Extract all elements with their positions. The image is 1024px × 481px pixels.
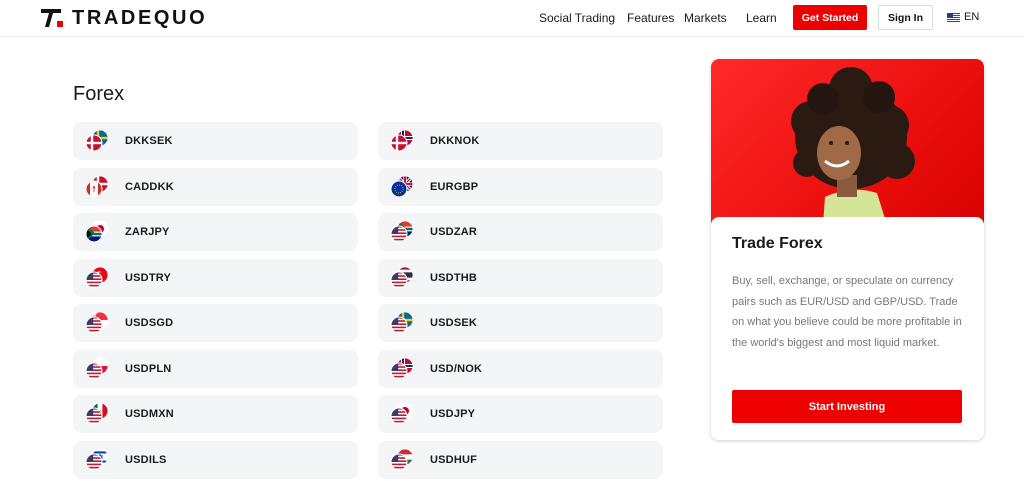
forex-pair-item[interactable]: USDSGD [73, 304, 358, 342]
forex-pair-label: USDTRY [125, 272, 172, 284]
dk-no-flags-icon [390, 129, 414, 153]
promo-title: Trade Forex [732, 235, 823, 252]
forex-pair-label: USDMXN [125, 408, 174, 420]
forex-pair-item[interactable]: USDJPY [378, 395, 663, 433]
logo-text: TRADEQUO [72, 6, 208, 29]
eu-gb-flags-icon [390, 175, 414, 199]
forex-pair-item[interactable]: EURGBP [378, 168, 663, 206]
us-za-flags-icon [390, 220, 414, 244]
promo-description: Buy, sell, exchange, or speculate on cur… [732, 275, 962, 349]
forex-pair-item[interactable]: DKKNOK [378, 122, 663, 160]
tradequo-logo-icon [40, 7, 66, 29]
forex-pair-label: DKKNOK [430, 135, 480, 147]
promo-card-body: Trade Forex Buy, sell, exchange, or spec… [711, 217, 984, 440]
top-header: TRADEQUO Social Trading Features Markets… [0, 0, 1024, 37]
page-title: Forex [73, 83, 125, 105]
forex-pair-item[interactable]: USDPLN [73, 350, 358, 388]
forex-pair-item[interactable]: ZARJPY [73, 213, 358, 251]
forex-pair-label: CADDKK [125, 181, 174, 193]
nav-social-trading[interactable]: Social Trading [539, 11, 615, 25]
forex-pair-label: USDSGD [125, 317, 174, 329]
sign-in-button[interactable]: Sign In [878, 5, 933, 30]
forex-pair-item[interactable]: USDZAR [378, 213, 663, 251]
us-th-flags-icon [390, 266, 414, 290]
forex-pair-label: EURGBP [430, 181, 479, 193]
nav-markets[interactable]: Markets [684, 11, 727, 25]
forex-pair-label: USDILS [125, 454, 167, 466]
us-hu-flags-icon [390, 448, 414, 472]
forex-pair-label: USDPLN [125, 363, 172, 375]
forex-pair-item[interactable]: USDILS [73, 441, 358, 479]
forex-pair-label: USD/NOK [430, 363, 483, 375]
start-investing-button[interactable]: Start Investing [732, 390, 962, 423]
forex-pair-item[interactable]: USDTHB [378, 259, 663, 297]
forex-pair-item[interactable]: USDSEK [378, 304, 663, 342]
us-il-flags-icon [85, 448, 109, 472]
us-se-flags-icon [390, 311, 414, 335]
forex-pair-label: USDSEK [430, 317, 478, 329]
dk-se-flags-icon [85, 129, 109, 153]
forex-pair-label: USDZAR [430, 226, 478, 238]
us-tr-flags-icon [85, 266, 109, 290]
us-jp-flags-icon [390, 402, 414, 426]
forex-pair-item[interactable]: USDTRY [73, 259, 358, 297]
forex-pair-label: ZARJPY [125, 226, 170, 238]
language-label: EN [964, 11, 980, 23]
language-selector[interactable]: EN [947, 11, 979, 23]
forex-pair-label: DKKSEK [125, 135, 173, 147]
forex-pair-item[interactable]: USDHUF [378, 441, 663, 479]
forex-pair-label: USDHUF [430, 454, 478, 466]
nav-features[interactable]: Features [627, 11, 674, 25]
nav-learn[interactable]: Learn [746, 11, 777, 25]
forex-pair-item[interactable]: CADDKK [73, 168, 358, 206]
ca-dk-flags-icon [85, 175, 109, 199]
us-no-flags-icon [390, 357, 414, 381]
trade-forex-card: Trade Forex Buy, sell, exchange, or spec… [711, 59, 984, 440]
us-sg-flags-icon [85, 311, 109, 335]
logo[interactable]: TRADEQUO [40, 7, 207, 29]
forex-pair-item[interactable]: USD/NOK [378, 350, 663, 388]
woman-portrait-icon [791, 67, 915, 225]
promo-hero-image [711, 59, 984, 225]
forex-pair-item[interactable]: USDMXN [73, 395, 358, 433]
us-flag-icon [947, 12, 960, 22]
forex-pair-label: USDJPY [430, 408, 476, 420]
za-jp-flags-icon [85, 220, 109, 244]
forex-pair-label: USDTHB [430, 272, 478, 284]
forex-pair-item[interactable]: DKKSEK [73, 122, 358, 160]
us-pl-flags-icon [85, 357, 109, 381]
get-started-button[interactable]: Get Started [793, 5, 867, 30]
us-mx-flags-icon [85, 402, 109, 426]
